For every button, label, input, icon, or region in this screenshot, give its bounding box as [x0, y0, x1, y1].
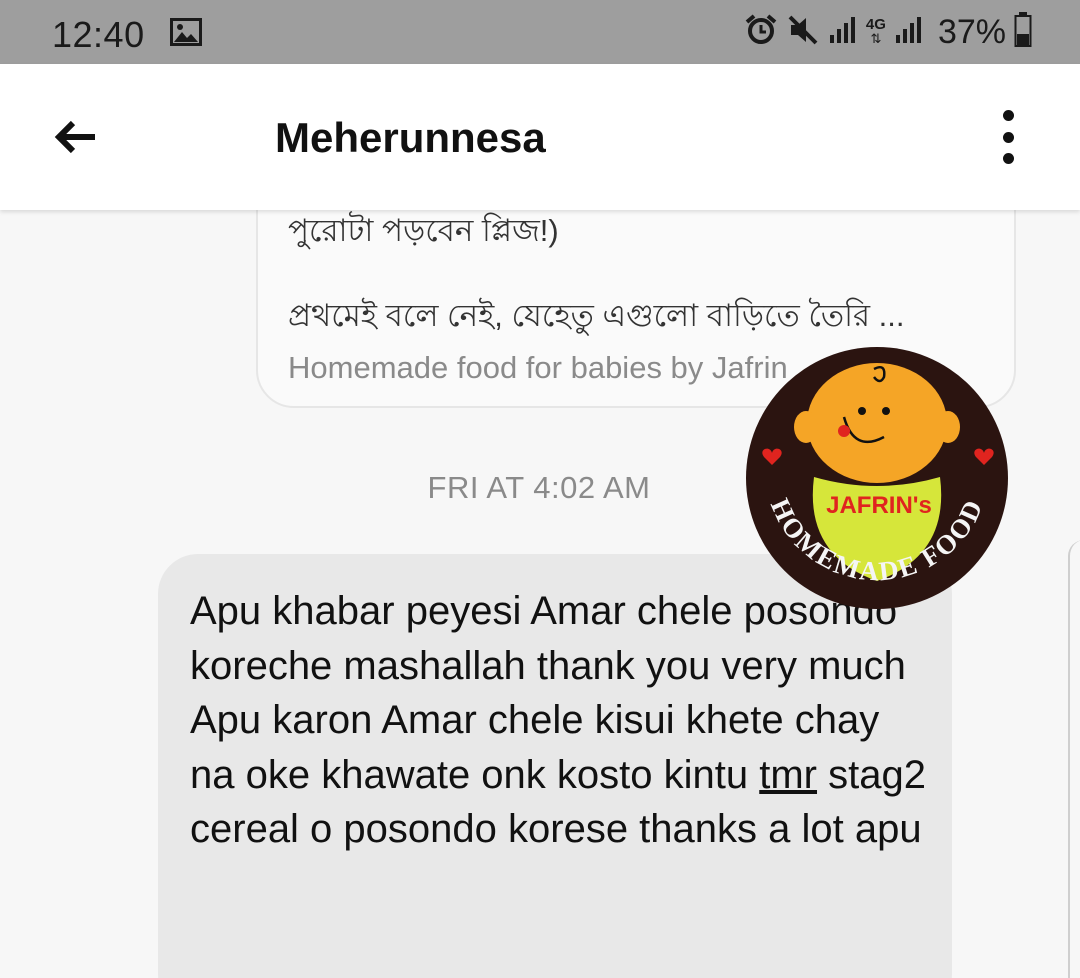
brand-logo: JAFRIN's HOMEMADE FOOD: [744, 345, 1010, 611]
contact-name[interactable]: Meherunnesa: [275, 114, 546, 162]
4g-icon: 4G ⇅: [865, 16, 886, 46]
message-bubble[interactable]: Apu khabar peyesi Amar chele posondo kor…: [158, 554, 952, 978]
signal-icon: [828, 15, 858, 50]
battery-percent: 37%: [937, 12, 1006, 51]
status-time: 12:40: [52, 14, 145, 55]
mute-icon: [786, 13, 820, 52]
signal-icon: [894, 15, 924, 50]
link-source: Homemade food for babies by Jafrin: [288, 350, 788, 385]
conversation-header: Meherunnesa: [0, 64, 1080, 210]
logo-brand-text: JAFRIN's: [826, 492, 932, 519]
status-bar: 12:40 4G ⇅ 37%: [0, 0, 1080, 64]
scroll-edge: [1068, 540, 1080, 978]
message-text: Apu khabar peyesi Amar chele posondo kor…: [190, 589, 926, 851]
link-preview-text: প্রথমেই বলে নেই, যেহেতু এগুলো বাড়িতে তৈ…: [288, 298, 905, 333]
more-vert-icon[interactable]: [986, 104, 1030, 170]
link-preview-text-partial: পুরোটা পড়বেন প্লিজ!): [288, 213, 559, 248]
underlined-word: tmr: [759, 752, 818, 797]
back-arrow-icon[interactable]: [48, 110, 102, 164]
status-icons: 4G ⇅ 37%: [744, 10, 1032, 54]
alarm-icon: [744, 13, 778, 52]
image-icon: [170, 18, 202, 51]
battery-icon: [1014, 11, 1032, 53]
